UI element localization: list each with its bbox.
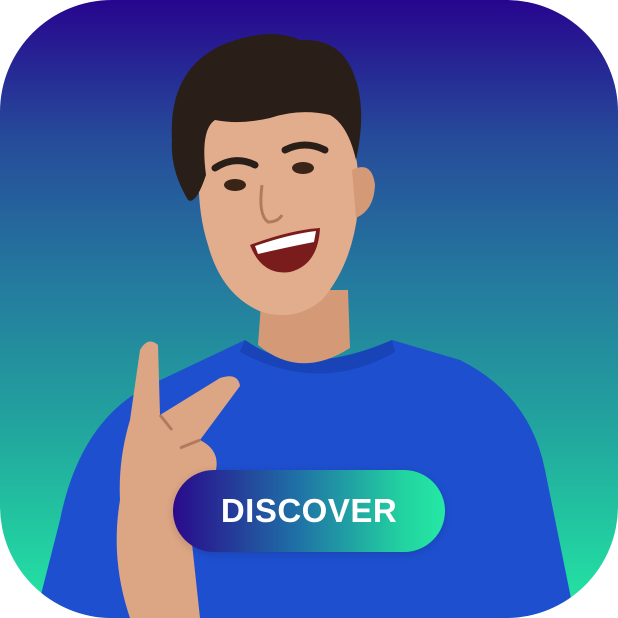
ear bbox=[352, 167, 375, 218]
promo-card: DISCOVER bbox=[0, 0, 618, 618]
discover-button[interactable]: DISCOVER bbox=[173, 470, 445, 552]
